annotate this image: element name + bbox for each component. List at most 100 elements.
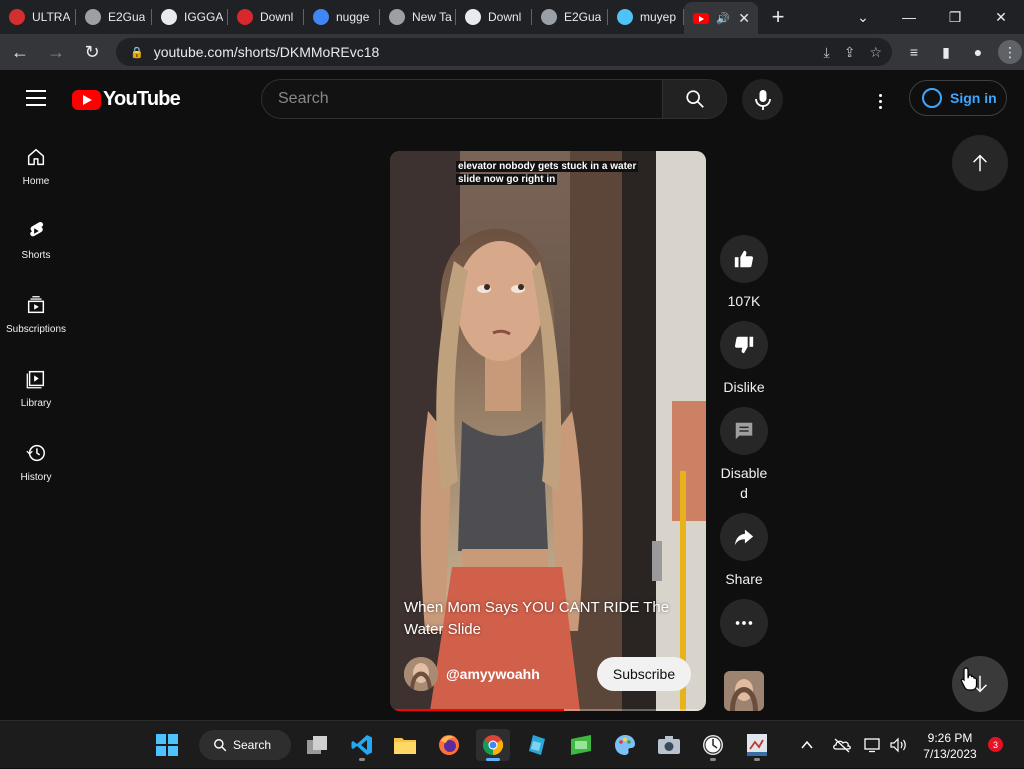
sound-thumbnail[interactable]	[724, 671, 764, 711]
browser-tab[interactable]: New Ta	[380, 0, 456, 34]
side-panel-icon[interactable]: ▮	[934, 40, 958, 64]
notification-badge[interactable]: 3	[988, 737, 1003, 752]
youtube-logo[interactable]: YouTube	[72, 88, 181, 111]
short-title[interactable]: When Mom Says YOU CANT RIDE The Water Sl…	[404, 597, 694, 641]
browser-tab[interactable]: IGGGA	[152, 0, 228, 34]
install-icon[interactable]: ⤓	[824, 44, 830, 61]
comments-button[interactable]	[720, 407, 768, 455]
onedrive-offline-icon[interactable]	[832, 737, 852, 753]
taskbar-clock-app[interactable]	[696, 729, 730, 761]
tray-chevron-up-icon[interactable]	[800, 738, 814, 752]
search-input[interactable]	[262, 80, 662, 118]
taskbar-paint[interactable]	[608, 729, 642, 761]
forward-button[interactable]: →	[40, 36, 72, 68]
back-button[interactable]: ←	[4, 36, 36, 68]
youtube-icon	[693, 13, 709, 24]
new-tab-button[interactable]: +	[758, 0, 798, 34]
tab-search-chevron-icon[interactable]: ⌄	[840, 0, 886, 34]
voice-search-button[interactable]	[742, 79, 783, 120]
hamburger-menu-icon[interactable]	[26, 90, 46, 111]
browser-tab[interactable]: ULTRA	[0, 0, 76, 34]
profile-icon[interactable]: ●	[966, 40, 990, 64]
sidebar-item-label: Shorts	[21, 250, 51, 261]
more-options-button[interactable]	[720, 599, 768, 647]
maximize-button[interactable]: ❐	[932, 0, 978, 34]
dislike-action: Dislike	[719, 321, 769, 397]
sign-in-button[interactable]: Sign in	[909, 80, 1007, 116]
browser-tab[interactable]: nugge	[304, 0, 380, 34]
browser-tab[interactable]: E2Gua	[532, 0, 608, 34]
tab-list: ULTRA E2Gua IGGGA Downl nugge New Ta Downl E2Gu…	[0, 0, 684, 34]
share-action: Share	[719, 513, 769, 589]
sidebar-item-shorts[interactable]: Shorts	[0, 200, 72, 274]
sidebar-item-subscriptions[interactable]: Subscriptions	[0, 274, 72, 348]
youtube-wordmark: YouTube	[103, 88, 181, 110]
previous-short-button[interactable]	[952, 135, 1008, 191]
share-icon[interactable]: ⇪	[844, 44, 856, 61]
task-view-button[interactable]	[300, 729, 334, 761]
sidebar-item-home[interactable]: Home	[0, 126, 72, 200]
bookmark-star-icon[interactable]: ☆	[869, 44, 882, 61]
search-icon	[214, 739, 227, 752]
browser-tab-strip: ULTRA E2Gua IGGGA Downl nugge New Ta Downl E2Gu…	[0, 0, 1024, 34]
sidebar-item-history[interactable]: History	[0, 422, 72, 496]
media-control-icon[interactable]: ≡	[902, 40, 926, 64]
close-window-button[interactable]: ✕	[978, 0, 1024, 34]
green-app-icon	[571, 735, 591, 755]
taskbar-chrome[interactable]	[476, 729, 510, 761]
comments-label: Disabled	[720, 465, 768, 501]
sidebar-item-library[interactable]: Library	[0, 348, 72, 422]
taskbar-camera[interactable]	[652, 729, 686, 761]
taskbar-firefox[interactable]	[432, 729, 466, 761]
speaker-icon[interactable]: 🔊	[716, 12, 730, 25]
address-bar[interactable]: 🔒 youtube.com/shorts/DKMMoREvc18 ⤓ ⇪ ☆	[116, 38, 892, 66]
tab-title: Downl	[488, 10, 522, 24]
video-progress-bar[interactable]	[390, 709, 706, 711]
chrome-menu-icon[interactable]: ⋮	[998, 40, 1022, 64]
tab-title: New Ta	[412, 10, 452, 24]
window-controls: ⌄ — ❐ ✕	[840, 0, 1024, 34]
tab-title: muyep	[640, 10, 677, 24]
channel-info[interactable]: @amyywoahh	[404, 657, 540, 691]
reload-button[interactable]: ↻	[76, 36, 108, 68]
like-button[interactable]	[720, 235, 768, 283]
sidebar-item-label: History	[20, 472, 52, 483]
globe-icon	[541, 9, 557, 25]
account-icon	[922, 88, 942, 108]
lock-icon[interactable]: 🔒	[130, 46, 144, 59]
start-button[interactable]	[150, 729, 184, 761]
taskbar-app-blue[interactable]	[520, 729, 554, 761]
volume-icon[interactable]	[890, 737, 908, 753]
blue-app-icon	[529, 735, 545, 755]
browser-tab[interactable]: muyep	[608, 0, 684, 34]
dor-icon	[465, 9, 481, 25]
tab-youtube-active[interactable]: 🔊 ✕	[684, 2, 758, 34]
browser-tab[interactable]: Downl	[456, 0, 532, 34]
taskbar-clock[interactable]: 9:26 PM 7/13/2023	[916, 730, 984, 762]
subscribe-button[interactable]: Subscribe	[597, 657, 691, 691]
sidebar-item-label: Library	[20, 398, 52, 409]
taskbar-file-explorer[interactable]	[388, 729, 422, 761]
dislike-button[interactable]	[720, 321, 768, 369]
taskbar-vscode[interactable]	[345, 729, 379, 761]
search-button[interactable]	[662, 80, 726, 118]
shorts-video-player[interactable]: elevator nobody gets stuck in a water sl…	[390, 151, 706, 711]
taskbar-search-button[interactable]: Search	[199, 730, 291, 760]
thumbs-up-icon	[734, 250, 754, 268]
taskbar-app-doc[interactable]	[740, 729, 774, 761]
video-caption: elevator nobody gets stuck in a water sl…	[456, 160, 639, 186]
minimize-button[interactable]: —	[886, 0, 932, 34]
taskbar-app-green[interactable]	[564, 729, 598, 761]
tab-close-icon[interactable]: ✕	[738, 10, 750, 27]
share-button[interactable]	[720, 513, 768, 561]
browser-tab[interactable]: E2Gua	[76, 0, 152, 34]
youtube-masthead: YouTube Sign in	[0, 70, 1024, 126]
settings-kebab-icon[interactable]	[868, 89, 892, 113]
hand-cursor-icon	[960, 667, 978, 691]
channel-avatar[interactable]	[404, 657, 438, 691]
channel-name[interactable]: @amyywoahh	[446, 666, 540, 682]
comment-icon	[735, 422, 753, 440]
browser-tab[interactable]: Downl	[228, 0, 304, 34]
comments-action: Disabled	[719, 407, 769, 503]
network-icon[interactable]	[864, 737, 882, 753]
